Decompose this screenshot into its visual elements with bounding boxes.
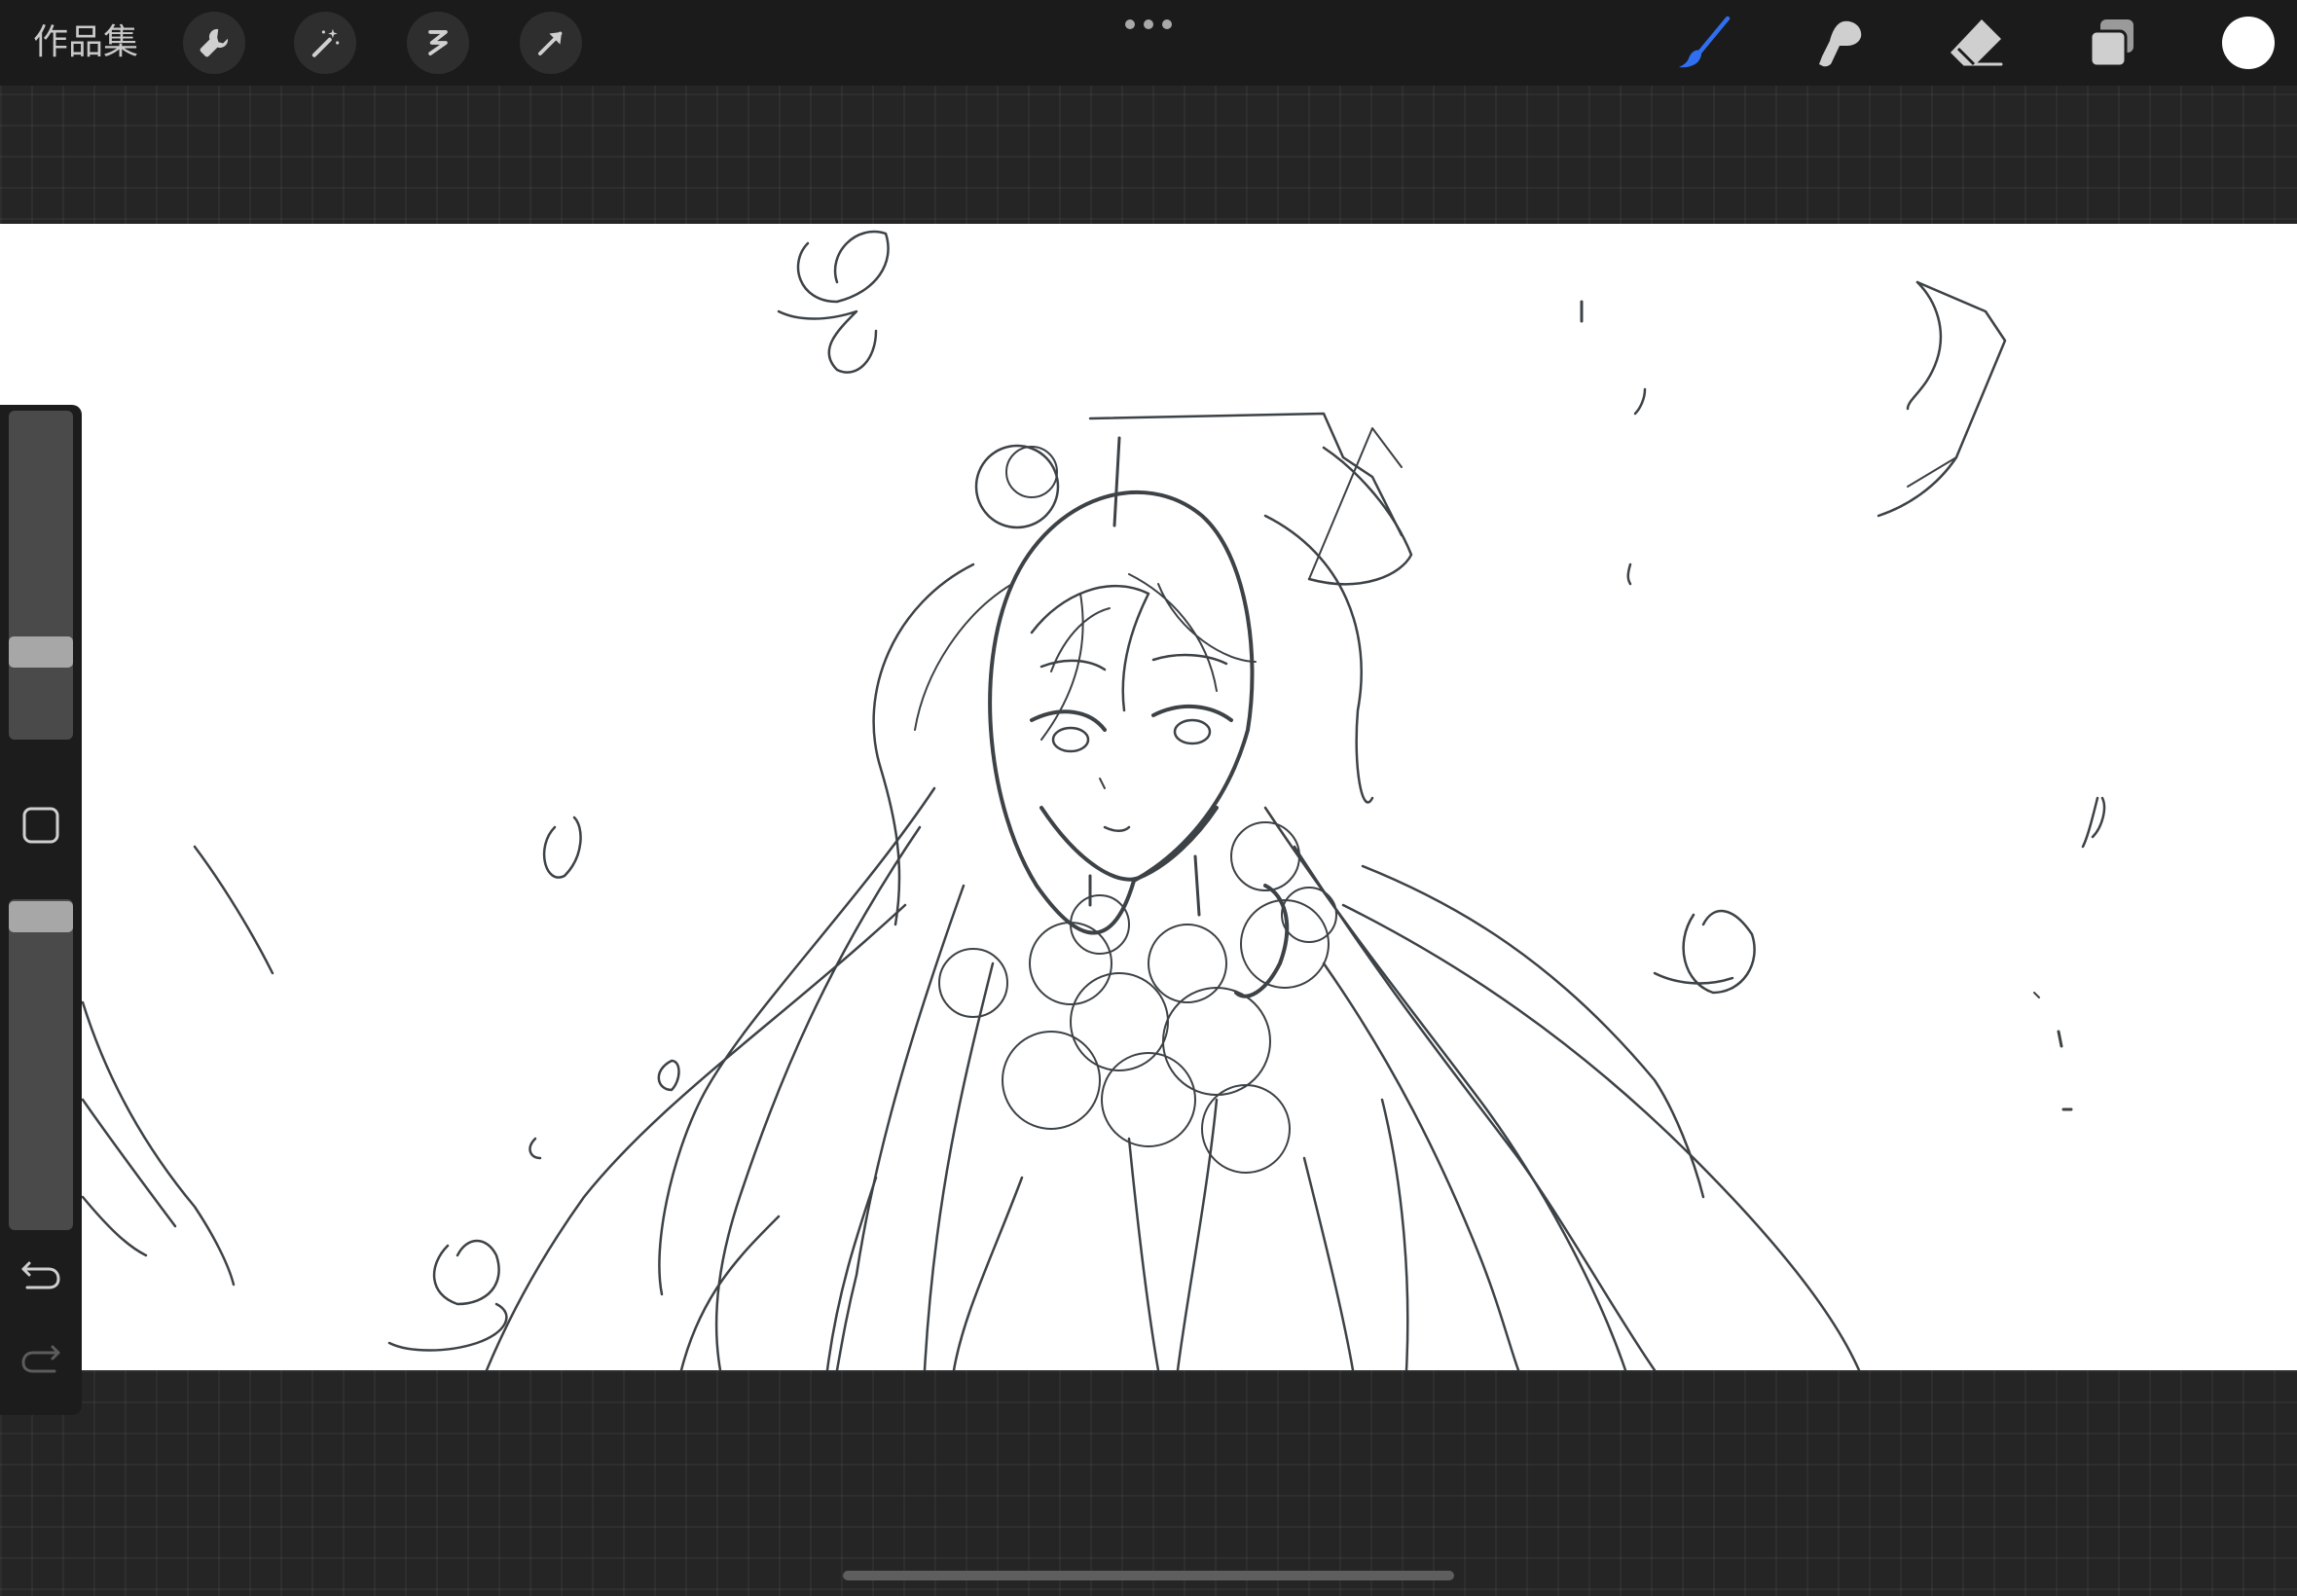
more-dots-icon[interactable] xyxy=(1125,18,1172,31)
undo-icon[interactable] xyxy=(19,1251,62,1294)
actions-button[interactable] xyxy=(183,12,245,74)
selection-s-icon xyxy=(428,30,448,55)
brush-size-thumb[interactable] xyxy=(9,636,73,668)
top-toolbar: 作品集 xyxy=(0,0,2297,86)
layers-button[interactable] xyxy=(2083,14,2141,72)
magic-wand-icon xyxy=(311,28,340,57)
brush-icon xyxy=(1679,16,1731,68)
color-swatch[interactable] xyxy=(2222,17,2275,69)
wrench-icon xyxy=(200,28,229,57)
layers-icon xyxy=(2089,19,2133,68)
selection-button[interactable] xyxy=(407,12,469,74)
redo-icon[interactable] xyxy=(19,1335,62,1378)
home-indicator[interactable] xyxy=(843,1571,1454,1580)
opacity-thumb[interactable] xyxy=(9,901,73,932)
drawing-canvas[interactable] xyxy=(0,224,2297,1370)
procreate-app: 作品集 xyxy=(0,0,2297,1596)
eraser-icon xyxy=(1951,19,2003,66)
dot xyxy=(1162,19,1172,29)
opacity-slider[interactable] xyxy=(9,899,73,1230)
dot xyxy=(1144,19,1153,29)
smudge-tool-button[interactable] xyxy=(1810,14,1869,72)
sketch-artwork xyxy=(81,230,2106,1370)
dot xyxy=(1125,19,1135,29)
square-icon[interactable] xyxy=(21,806,60,845)
arrow-cursor-icon xyxy=(538,31,563,55)
adjustments-button[interactable] xyxy=(294,12,356,74)
smudge-icon xyxy=(1819,20,1862,67)
transform-button[interactable] xyxy=(520,12,582,74)
eraser-tool-button[interactable] xyxy=(1947,14,2005,72)
brush-size-slider[interactable] xyxy=(9,411,73,740)
left-sidebar xyxy=(0,405,82,1415)
brush-tool-button[interactable] xyxy=(1674,14,1732,72)
gallery-button[interactable]: 作品集 xyxy=(33,19,138,66)
